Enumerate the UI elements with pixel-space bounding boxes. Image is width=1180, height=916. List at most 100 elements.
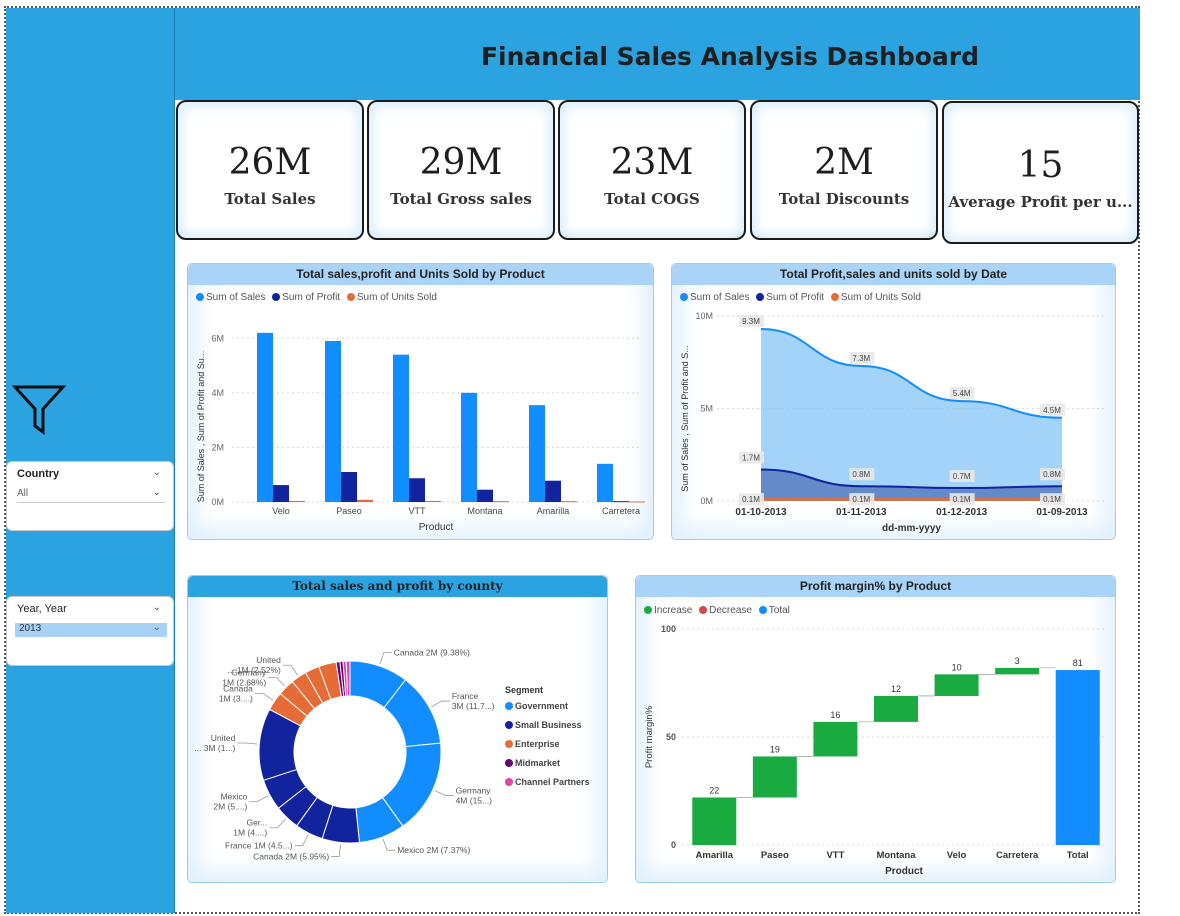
kpi-card-total-sales[interactable]: 26M Total Sales	[176, 100, 364, 240]
chart-title: Profit margin% by Product	[636, 576, 1115, 597]
leader-line	[382, 838, 396, 851]
country-dropdown[interactable]: All	[17, 488, 165, 503]
date-area-chart-card[interactable]: Total Profit,sales and units sold by Dat…	[671, 263, 1116, 540]
legend-dot-icon	[505, 702, 513, 710]
profit-margin-waterfall-chart: 0 50 100 22 Amarilla 19 Paseo 16 VTT 12 Montana 10 V…	[644, 624, 1106, 877]
legend-title: Segment	[505, 685, 543, 695]
slice-label: 3M (11.7...)	[452, 701, 495, 711]
bar	[629, 501, 645, 503]
data-label: 0.1M	[852, 495, 870, 504]
legend-label: Government	[515, 701, 568, 711]
waterfall-bar	[934, 674, 979, 696]
y-tick-label: 0M	[211, 497, 224, 507]
x-tick-label: VTT	[826, 850, 844, 861]
slice-label: 1M (2.68%)	[222, 677, 266, 687]
data-label: 7.3M	[852, 354, 870, 363]
slice-label: Mexico	[220, 792, 247, 802]
bar	[477, 489, 493, 502]
kpi-value: 23M	[610, 142, 694, 183]
slice-label: ... 1M (2.52%)	[227, 665, 281, 675]
leader-line	[237, 742, 258, 745]
y-axis-label: Profit margin%	[644, 705, 655, 768]
chart-title: Total Profit,sales and units sold by Dat…	[672, 264, 1115, 285]
y-axis-label: Sum of Sales , Sum of Profit and S...	[680, 345, 690, 492]
x-tick-label: Carretera	[602, 506, 640, 516]
kpi-card-total-discounts[interactable]: 2M Total Discounts	[750, 100, 938, 240]
country-donut-chart-card[interactable]: Total sales and profit by county Canada …	[187, 575, 608, 883]
leader-line	[282, 664, 298, 676]
slice-label: 1M (4....)	[233, 828, 267, 838]
waterfall-bar	[1055, 670, 1100, 845]
chevron-down-icon[interactable]: ⌄	[153, 602, 161, 613]
data-label: 4.5M	[1043, 406, 1061, 415]
bar	[325, 341, 341, 502]
country-slicer[interactable]: Country ⌄ All ⌄	[6, 461, 174, 531]
slice-label: Germany	[456, 785, 492, 795]
chevron-down-icon[interactable]: ⌄	[153, 487, 161, 498]
legend-dot-icon	[505, 740, 513, 748]
data-label: 16	[830, 710, 840, 720]
x-tick-label: Amarilla	[537, 506, 570, 516]
product-bar-chart-card[interactable]: Total sales,profit and Units Sold by Pro…	[187, 263, 654, 540]
kpi-value: 29M	[419, 142, 503, 183]
x-tick-label: Total	[1067, 850, 1089, 861]
slice-label: Ger...	[246, 818, 267, 828]
y-tick-label: 0	[671, 840, 676, 850]
bar	[393, 354, 409, 502]
bar	[529, 405, 545, 502]
country-donut-chart: Canada 2M (9.38%) France3M (11.7...) Germa…	[194, 648, 589, 862]
x-axis-label: Product	[419, 522, 454, 533]
x-tick-label: Velo	[947, 850, 967, 861]
bar	[409, 478, 425, 502]
chevron-down-icon[interactable]: ⌄	[153, 622, 161, 633]
x-axis-label: dd-mm-yyyy	[882, 523, 941, 534]
x-tick-label: Velo	[272, 506, 290, 516]
slice-label: France 1M (4.5...)	[225, 841, 293, 851]
x-tick-label: 01-11-2013	[836, 507, 887, 518]
waterfall-bar	[692, 797, 737, 845]
filter-icon[interactable]	[12, 382, 66, 436]
data-label: 1.7M	[742, 454, 760, 463]
data-label: 0.1M	[1043, 495, 1061, 504]
slice-label: Canada 2M (9.38%)	[394, 648, 470, 658]
leader-line	[431, 700, 450, 708]
y-tick-label: 4M	[211, 388, 224, 398]
slice-label: 4M (15...)	[456, 795, 493, 805]
x-tick-label: Montana	[876, 850, 916, 861]
profit-margin-waterfall-card[interactable]: Profit margin% by Product Increase Decre…	[635, 575, 1116, 883]
data-label: 0.1M	[953, 495, 971, 504]
sidebar-divider	[174, 8, 175, 913]
date-area-chart: 0M 5M 10M 9.3M 7.3M 5.4M 4.5M 1.7M 0.8M 0.7M 0.8M 0…	[680, 311, 1106, 534]
kpi-card-total-gross-sales[interactable]: 29M Total Gross sales	[367, 100, 555, 240]
slice-label: Mexico 2M (7.37%)	[397, 845, 470, 855]
year-dropdown[interactable]: 2013	[15, 623, 167, 637]
chevron-down-icon[interactable]: ⌄	[153, 467, 161, 478]
kpi-card-total-cogs[interactable]: 23M Total COGS	[558, 100, 746, 240]
y-tick-label: 2M	[211, 442, 224, 452]
slice-label: France	[452, 691, 479, 701]
x-tick-label: Carretera	[996, 850, 1039, 861]
x-axis-label: Product	[885, 866, 923, 877]
data-label: 81	[1073, 658, 1083, 668]
data-label: 10	[952, 662, 962, 672]
header-banner: Financial Sales Analysis Dashboard	[175, 8, 1140, 100]
bar	[273, 485, 289, 502]
y-tick-label: 5M	[700, 404, 713, 414]
leader-line	[249, 795, 269, 802]
slice-label: ... 3M (1...)	[194, 743, 235, 753]
data-label: 0.1M	[742, 495, 760, 504]
legend-label: Enterprise	[515, 739, 560, 749]
leader-line	[434, 790, 454, 796]
x-tick-label: 01-12-2013	[936, 507, 988, 518]
legend-label: Small Business	[515, 720, 582, 730]
y-tick-label: 0M	[700, 496, 713, 506]
data-label: 22	[709, 785, 719, 795]
kpi-card-average-profit[interactable]: 15 Average Profit per u...	[942, 101, 1139, 244]
data-label: 5.4M	[953, 389, 971, 398]
bar	[561, 501, 577, 503]
y-axis-label: Sum of Sales , Sum of Profit and Su...	[196, 351, 206, 503]
kpi-label: Total Sales	[224, 190, 316, 208]
year-slicer[interactable]: Year, Year ⌄ 2013 ⌄	[6, 596, 174, 666]
x-tick-label: Paseo	[761, 850, 789, 861]
kpi-label: Total COGS	[604, 190, 700, 208]
